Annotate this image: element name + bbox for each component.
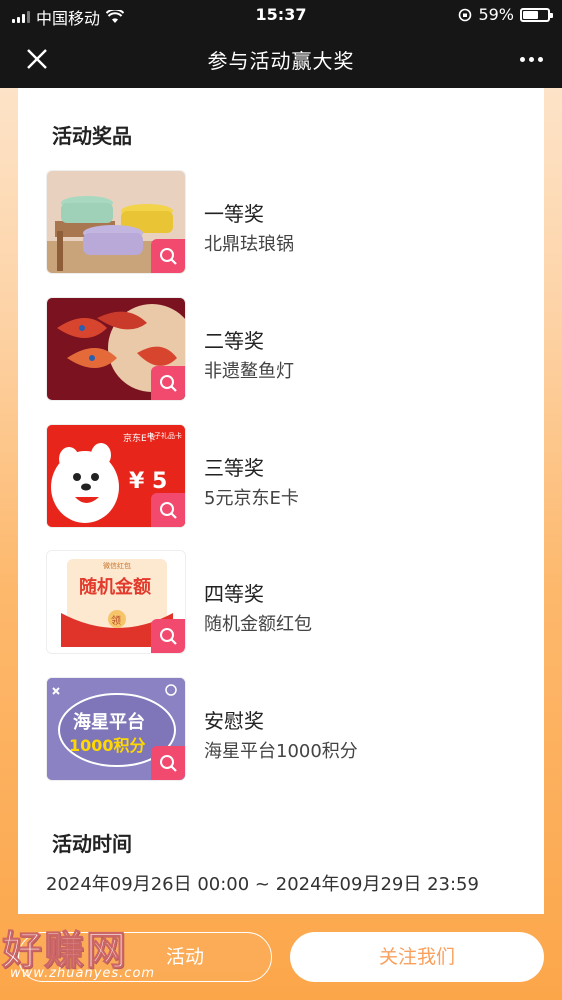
prize-name: 三等奖 — [204, 456, 264, 480]
prize-item-1: 一等奖 北鼎珐琅锅 — [46, 170, 526, 276]
packet-button: 领 — [111, 616, 121, 627]
prize-item-2: 二等奖 非遗鳌鱼灯 — [46, 297, 526, 403]
content-card: 活动奖品 一等奖 北鼎珐琅锅 二等奖 非遗鳌鱼灯 京东E卡 电子礼品卡 ¥ 5 … — [18, 88, 544, 914]
prize-desc: 海星平台1000积分 — [204, 741, 358, 762]
prize-name: 安慰奖 — [204, 709, 264, 733]
points-line2: 1000积分 — [69, 736, 146, 755]
page-title: 参与活动赢大奖 — [207, 49, 355, 73]
activity-time-range: 2024年09月26日 00:00 ~ 2024年09月29日 23:59 — [46, 874, 479, 895]
prize-item-5: 海星平台 1000积分 安慰奖 海星平台1000积分 — [46, 677, 526, 783]
fish-lantern-image[interactable] — [46, 297, 186, 401]
status-bar: 中国移动 15:37 59% — [0, 0, 562, 30]
prize-desc: 非遗鳌鱼灯 — [204, 361, 294, 382]
zoom-icon[interactable] — [151, 619, 185, 653]
enamel-pot-image[interactable] — [46, 170, 186, 274]
follow-us-button[interactable]: 关注我们 — [290, 932, 544, 982]
prize-item-4: 微信红包 随机金额 领 四等奖 随机金额红包 — [46, 550, 526, 656]
prize-desc: 北鼎珐琅锅 — [204, 234, 294, 255]
nav-bar: 参与活动赢大奖 — [0, 30, 562, 88]
prize-item-3: 京东E卡 电子礼品卡 ¥ 5 三等奖 5元京东E卡 — [46, 424, 526, 530]
more-icon[interactable] — [516, 44, 546, 74]
status-right: 59% — [458, 5, 553, 24]
packet-title: 随机金额 — [79, 577, 151, 598]
packet-small: 微信红包 — [103, 562, 131, 570]
prize-name: 一等奖 — [204, 202, 264, 226]
time-section-title: 活动时间 — [42, 826, 144, 865]
zoom-icon[interactable] — [151, 366, 185, 400]
card-sub: 电子礼品卡 — [147, 432, 182, 440]
battery-icon — [520, 7, 553, 22]
card-value: ¥ 5 — [129, 469, 168, 494]
jd-e-card-image[interactable]: 京东E卡 电子礼品卡 ¥ 5 — [46, 424, 186, 528]
prize-name: 四等奖 — [204, 582, 264, 606]
zoom-icon[interactable] — [151, 746, 185, 780]
red-packet-image[interactable]: 微信红包 随机金额 领 — [46, 550, 186, 654]
bottom-bar: 活动 关注我们 — [0, 914, 562, 1000]
points-line1: 海星平台 — [73, 712, 145, 733]
orientation-lock-icon — [459, 8, 472, 21]
activity-button[interactable]: 活动 — [18, 932, 272, 982]
prize-desc: 5元京东E卡 — [204, 488, 299, 509]
activity-button-label: 活动 — [165, 946, 204, 968]
zoom-icon[interactable] — [151, 493, 185, 527]
prize-desc: 随机金额红包 — [204, 614, 312, 635]
zoom-icon[interactable] — [151, 239, 185, 273]
points-image[interactable]: 海星平台 1000积分 — [46, 677, 186, 781]
prize-name: 二等奖 — [204, 329, 264, 353]
prizes-section-title: 活动奖品 — [42, 118, 144, 157]
battery-percent: 59% — [478, 5, 514, 24]
